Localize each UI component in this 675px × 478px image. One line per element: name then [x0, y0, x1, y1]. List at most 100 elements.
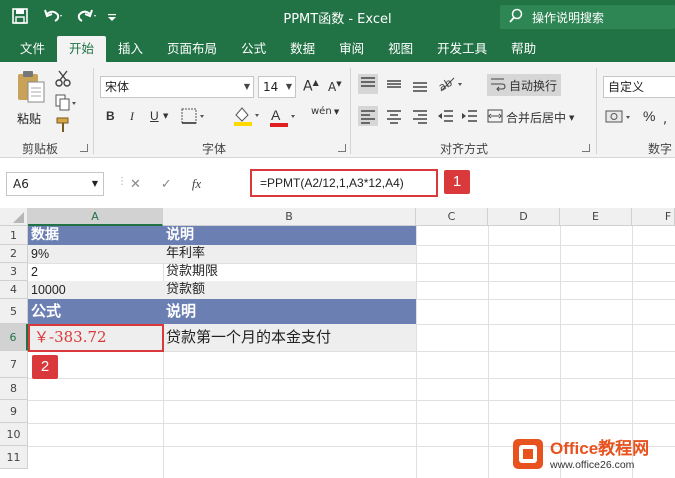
chevron-down-icon[interactable]: ▼	[163, 112, 168, 120]
alignment-launcher-icon[interactable]	[582, 144, 590, 152]
tab-page-layout[interactable]: 页面布局	[155, 36, 229, 62]
formula-buttons: ✕ ✓ fx	[130, 172, 245, 196]
row-header-10[interactable]: 10	[0, 423, 28, 446]
watermark-brand: Office教程网	[550, 439, 650, 458]
font-color-icon[interactable]: A	[268, 106, 298, 131]
number-format-dropdown[interactable]: 自定义	[603, 76, 675, 98]
cell-a5[interactable]: 公式	[28, 299, 163, 324]
currency-format-icon[interactable]	[604, 108, 634, 129]
wrap-text-icon	[490, 76, 506, 95]
phonetic-guide-button[interactable]: wén ▼	[311, 106, 339, 117]
tab-file[interactable]: 文件	[8, 36, 57, 62]
font-launcher-icon[interactable]	[338, 144, 346, 152]
chevron-down-icon: ▼	[91, 179, 98, 188]
column-header-f[interactable]: F	[632, 208, 675, 226]
comma-style-icon[interactable]: ,	[663, 112, 667, 127]
align-left-icon[interactable]	[358, 106, 378, 129]
increase-indent-icon[interactable]	[460, 106, 480, 129]
row-header-9[interactable]: 9	[0, 400, 28, 423]
insert-function-button[interactable]: fx	[192, 176, 201, 192]
cell-b4[interactable]: 贷款额	[163, 281, 416, 299]
tab-view[interactable]: 视图	[376, 36, 425, 62]
row-header-2[interactable]: 2	[0, 245, 28, 263]
font-name-dropdown[interactable]: 宋体 ▼	[100, 76, 254, 98]
wrap-text-button[interactable]: 自动换行	[487, 74, 561, 96]
row-header-6[interactable]: 6	[0, 324, 28, 351]
cut-icon[interactable]	[54, 70, 72, 91]
tab-help[interactable]: 帮助	[499, 36, 548, 62]
tab-review[interactable]: 审阅	[327, 36, 376, 62]
grow-font-button[interactable]: A▲	[303, 78, 319, 95]
format-painter-icon[interactable]	[54, 116, 72, 137]
align-right-icon[interactable]	[410, 106, 430, 129]
row-header-3[interactable]: 3	[0, 263, 28, 281]
column-header-c[interactable]: C	[416, 208, 488, 226]
clipboard-launcher-icon[interactable]	[80, 144, 88, 152]
align-center-icon[interactable]	[384, 106, 404, 129]
formula-input[interactable]: =PPMT(A2/12,1,A3*12,A4)	[250, 169, 438, 197]
name-box[interactable]: A6 ▼	[6, 172, 104, 196]
cell-b3[interactable]: 贷款期限	[163, 263, 416, 281]
underline-button[interactable]: U	[150, 109, 159, 123]
worksheet-grid[interactable]: A B C D E F 1 2 3 4 5 6 7 8 9 10 11 数据 说…	[0, 208, 675, 478]
row-header-5[interactable]: 5	[0, 299, 28, 324]
step-badge-2: 2	[32, 355, 58, 379]
gridline	[28, 423, 675, 424]
tell-me-search[interactable]: 操作说明搜索	[500, 5, 675, 29]
tab-formulas[interactable]: 公式	[229, 36, 278, 62]
italic-button[interactable]: I	[130, 109, 134, 124]
font-size-dropdown[interactable]: 14 ▼	[258, 76, 296, 98]
row-header-1[interactable]: 1	[0, 226, 28, 245]
cell-b5[interactable]: 说明	[163, 299, 416, 324]
chevron-down-icon: ▼	[569, 113, 575, 122]
row-header-7[interactable]: 7	[0, 351, 28, 378]
ribbon-home: 粘贴 剪贴板 宋体 ▼ 14 ▼ A▲ A▼ B I U ▼ A wén ▼ 字…	[0, 62, 675, 158]
column-header-a[interactable]: A	[28, 208, 163, 226]
cell-b6[interactable]: 贷款第一个月的本金支付	[163, 324, 416, 351]
drag-handle-icon[interactable]: ⋮	[117, 176, 127, 187]
number-group-label: 数字	[648, 142, 673, 156]
percent-style-button[interactable]: %	[643, 108, 655, 124]
cell-b2[interactable]: 年利率	[163, 245, 416, 263]
row-header-11[interactable]: 11	[0, 446, 28, 469]
cell-a2[interactable]: 9%	[28, 245, 163, 263]
formula-bar: A6 ▼ ⋮ ✕ ✓ fx =PPMT(A2/12,1,A3*12,A4) 1	[0, 158, 675, 208]
tab-home[interactable]: 开始	[57, 36, 107, 62]
tab-insert[interactable]: 插入	[106, 36, 155, 62]
paste-button[interactable]: 粘贴	[14, 70, 48, 130]
gridline	[28, 400, 675, 401]
align-bottom-icon[interactable]	[410, 74, 430, 97]
fill-color-icon[interactable]	[232, 105, 262, 130]
shrink-font-button[interactable]: A▼	[328, 80, 342, 94]
borders-icon[interactable]	[180, 107, 208, 128]
select-all-corner[interactable]	[0, 208, 28, 226]
tab-developer[interactable]: 开发工具	[425, 36, 499, 62]
column-header-b[interactable]: B	[163, 208, 416, 226]
alignment-group-label: 对齐方式	[440, 142, 489, 156]
cancel-icon[interactable]: ✕	[130, 177, 141, 192]
copy-icon[interactable]	[54, 94, 78, 115]
cell-a4[interactable]: 10000	[28, 281, 163, 299]
grow-font-label: A	[303, 78, 313, 95]
merge-center-button[interactable]: 合并后居中 ▼	[487, 108, 574, 127]
row-header-4[interactable]: 4	[0, 281, 28, 299]
title-bar: PPMT函数 - Excel 操作说明搜索	[0, 0, 675, 34]
font-group-label: 字体	[202, 142, 227, 156]
row-header-8[interactable]: 8	[0, 378, 28, 400]
align-middle-icon[interactable]	[384, 74, 404, 97]
paste-label: 粘贴	[17, 112, 42, 126]
cell-a1[interactable]: 数据	[28, 226, 163, 245]
wrap-text-label: 自动换行	[509, 78, 558, 93]
column-header-e[interactable]: E	[560, 208, 632, 226]
ribbon-tabs: 文件 开始 插入 页面布局 公式 数据 审阅 视图 开发工具 帮助	[0, 34, 675, 62]
align-top-icon[interactable]	[358, 74, 378, 97]
column-header-d[interactable]: D	[488, 208, 560, 226]
enter-icon[interactable]: ✓	[161, 177, 172, 192]
decrease-indent-icon[interactable]	[436, 106, 456, 129]
tell-me-label: 操作说明搜索	[532, 10, 605, 25]
tab-data[interactable]: 数据	[278, 36, 327, 62]
orientation-icon[interactable]: ab	[436, 74, 466, 97]
bold-button[interactable]: B	[106, 109, 115, 123]
cell-a3[interactable]: 2	[28, 263, 163, 281]
cell-b1[interactable]: 说明	[163, 226, 416, 245]
